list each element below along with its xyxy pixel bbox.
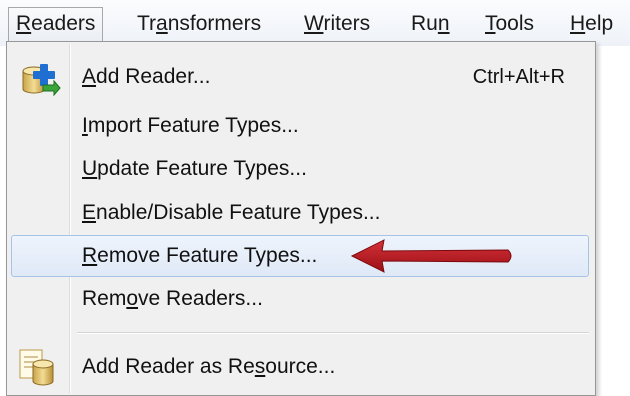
add-reader-accelerator: A — [82, 65, 97, 88]
reader-resource-icon — [19, 349, 54, 386]
menu-item-update-feature-types[interactable]: Update Feature Types... — [11, 148, 589, 190]
remove-feature-types-accelerator: R — [82, 244, 98, 267]
enable-disable-feature-types-accelerator: E — [82, 201, 97, 224]
import-feature-types-text: mport Feature Types... — [87, 114, 299, 137]
menubar-help-label: elp — [585, 12, 614, 35]
import-feature-types-label: Import Feature Types... — [82, 105, 299, 147]
menu-separator — [77, 332, 589, 334]
menubar-help-accelerator: H — [570, 12, 586, 35]
remove-readers-text: ve Readers... — [138, 287, 263, 310]
add-reader-icon — [22, 64, 61, 96]
menubar-transformers-label: nsformers — [167, 12, 262, 35]
menu-item-import-feature-types[interactable]: Import Feature Types... — [11, 105, 589, 147]
remove-readers-label: Remove Readers... — [82, 278, 263, 320]
menu-item-add-reader[interactable]: Add Reader... Ctrl+Alt+R — [11, 56, 589, 98]
menu-item-add-reader-as-resource[interactable]: Add Reader as Resource... — [11, 346, 589, 388]
menubar-writers-label: riters — [323, 12, 371, 35]
update-feature-types-text: pdate Feature Types... — [97, 157, 307, 180]
menubar-tools-label: ools — [495, 12, 535, 35]
remove-readers-text-pre: Rem — [82, 287, 127, 310]
enable-disable-feature-types-label: Enable/Disable Feature Types... — [82, 192, 380, 234]
menubar-help[interactable]: Help — [563, 7, 620, 41]
add-reader-text: dd Reader... — [96, 65, 211, 88]
add-reader-as-resource-accelerator: s — [254, 355, 266, 378]
enable-disable-feature-types-text: nable/Disable Feature Types... — [96, 201, 381, 224]
add-reader-as-resource-text-pre: Add Reader as Re — [82, 355, 255, 378]
add-reader-shortcut: Ctrl+Alt+R — [472, 66, 565, 88]
menubar-transformers-label-pre: Tr — [137, 12, 157, 35]
add-reader-as-resource-text: ource... — [265, 355, 336, 378]
remove-readers-accelerator: o — [126, 287, 139, 310]
menubar-writers[interactable]: Writers — [297, 7, 377, 41]
menubar-tools[interactable]: Tools — [478, 7, 541, 41]
menubar-tools-accelerator: T — [485, 12, 496, 35]
update-feature-types-label: Update Feature Types... — [82, 148, 307, 190]
menubar-readers-accelerator: R — [16, 12, 32, 35]
menubar-writers-accelerator: W — [304, 12, 324, 35]
menubar-transformers[interactable]: Transformers — [130, 7, 268, 41]
update-feature-types-accelerator: U — [82, 157, 98, 180]
menu-item-remove-readers[interactable]: Remove Readers... — [11, 278, 589, 320]
add-reader-as-resource-label: Add Reader as Resource... — [82, 346, 335, 388]
readers-dropdown-menu: Add Reader... Ctrl+Alt+R Import Feature … — [6, 41, 596, 396]
menubar-transformers-accelerator: a — [156, 12, 168, 35]
add-reader-label: Add Reader... — [82, 56, 210, 98]
menubar-run-label-pre: Ru — [411, 12, 438, 35]
menu-item-enable-disable-feature-types[interactable]: Enable/Disable Feature Types... — [11, 192, 589, 234]
remove-feature-types-text: emove Feature Types... — [97, 244, 318, 267]
menubar-readers-label: eaders — [31, 12, 96, 35]
menu-bar: Readers Transformers Writers Run Tools H… — [0, 0, 630, 46]
annotation-arrow-icon — [350, 239, 512, 273]
remove-feature-types-label: Remove Feature Types... — [82, 236, 317, 276]
menubar-readers[interactable]: Readers — [8, 7, 104, 41]
menubar-run[interactable]: Run — [404, 7, 457, 41]
menubar-run-accelerator: n — [437, 12, 450, 35]
